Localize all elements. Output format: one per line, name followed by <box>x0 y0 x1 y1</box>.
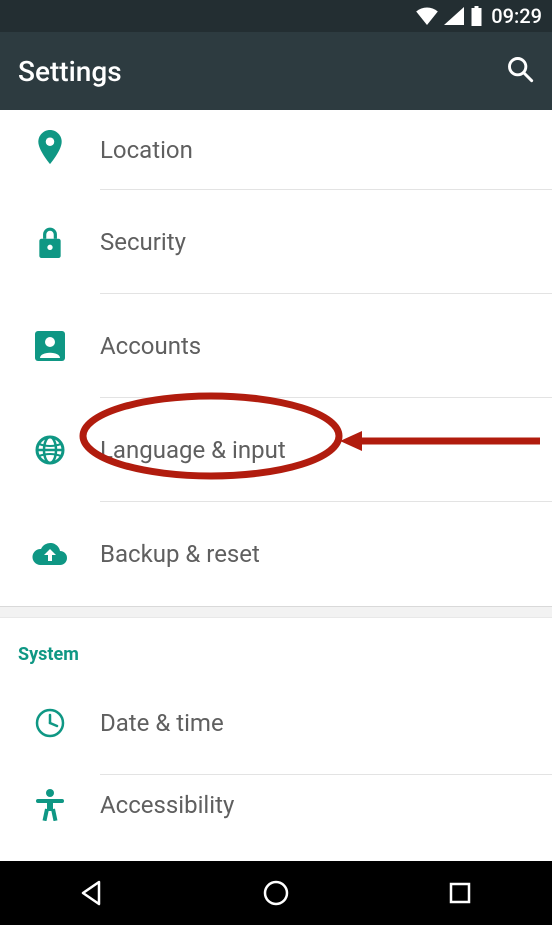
status-bar: 09:29 <box>0 0 552 32</box>
recent-square-icon <box>448 881 472 905</box>
lock-icon <box>37 226 63 258</box>
settings-item-label: Accounts <box>100 332 552 360</box>
section-header-system: System <box>0 618 552 671</box>
person-box-icon <box>35 331 65 361</box>
globe-icon <box>35 435 65 465</box>
nav-home-button[interactable] <box>256 873 296 913</box>
status-time: 09:29 <box>491 4 542 28</box>
settings-item-security[interactable]: Security <box>0 190 552 294</box>
section-divider <box>0 606 552 618</box>
settings-item-accounts[interactable]: Accounts <box>0 294 552 398</box>
settings-item-date-time[interactable]: Date & time <box>0 671 552 775</box>
settings-list[interactable]: Location Security Accounts <box>0 110 552 861</box>
settings-item-label: Security <box>100 228 552 256</box>
navigation-bar <box>0 861 552 925</box>
settings-item-location[interactable]: Location <box>0 110 552 190</box>
settings-item-language-input[interactable]: Language & input <box>0 398 552 502</box>
settings-item-accessibility[interactable]: Accessibility <box>0 775 552 835</box>
cloud-upload-icon <box>32 541 68 567</box>
page-title: Settings <box>18 55 122 88</box>
app-bar: Settings <box>0 32 552 110</box>
nav-back-button[interactable] <box>72 873 112 913</box>
wifi-icon <box>416 7 438 25</box>
settings-item-label: Accessibility <box>100 791 552 819</box>
cell-signal-icon <box>444 7 464 25</box>
search-button[interactable] <box>506 55 534 87</box>
clock-icon <box>35 708 65 738</box>
home-circle-icon <box>262 879 290 907</box>
nav-recent-button[interactable] <box>440 873 480 913</box>
settings-item-label: Date & time <box>100 709 552 737</box>
search-icon <box>506 55 534 83</box>
settings-item-label: Language & input <box>100 436 552 464</box>
location-pin-icon <box>37 130 63 164</box>
settings-item-label: Backup & reset <box>100 540 552 568</box>
back-triangle-icon <box>79 880 105 906</box>
battery-icon <box>470 6 483 26</box>
accessibility-icon <box>36 789 64 821</box>
settings-item-label: Location <box>100 136 552 164</box>
settings-item-backup-reset[interactable]: Backup & reset <box>0 502 552 606</box>
